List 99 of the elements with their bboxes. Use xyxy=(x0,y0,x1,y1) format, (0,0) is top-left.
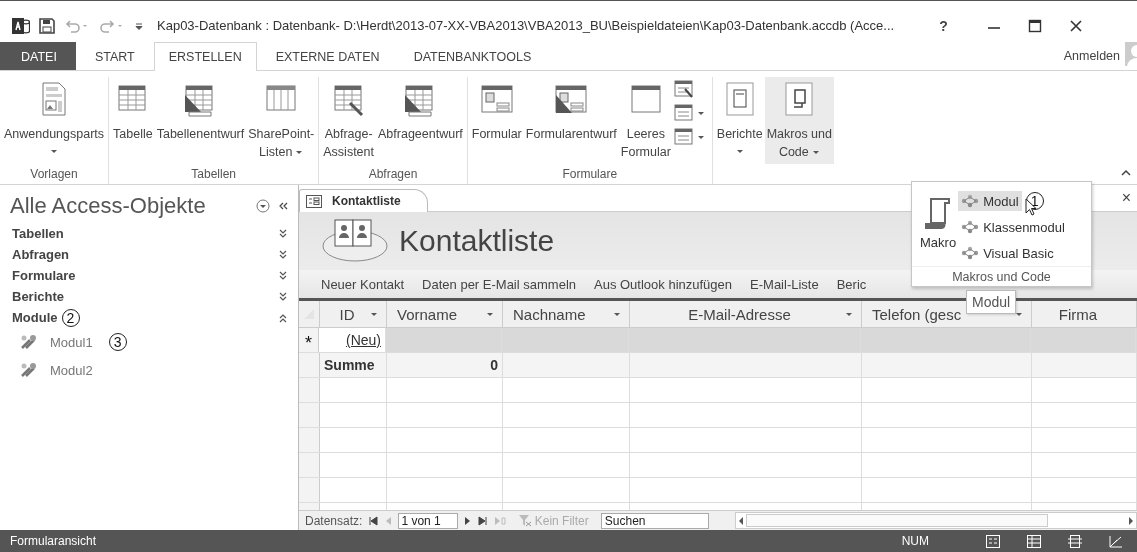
menu-item[interactable]: Visual Basic xyxy=(958,243,1057,263)
ribbon-button[interactable]: Abfrageentwurf xyxy=(376,77,465,164)
tools-icon xyxy=(20,362,38,378)
window-title: Kap03-Datenbank : Datenbank- D:\Herdt\2013-07-XX-VBA2013\VBA2013_BU\Beispieldateien\Kap03-Datenbank.accdb (Acce... xyxy=(157,18,895,33)
nav-group-label[interactable]: Formulare xyxy=(12,268,76,283)
document-tab-label[interactable]: Kontaktliste xyxy=(332,194,401,208)
filter-icon xyxy=(517,514,532,527)
column-header[interactable]: ID xyxy=(320,301,387,327)
nav-item[interactable]: Modul2 xyxy=(50,362,93,378)
callout-number: 2 xyxy=(61,308,80,327)
table-cell: 0 xyxy=(490,357,498,373)
action-link[interactable]: Beric xyxy=(836,276,867,292)
ribbon-button[interactable]: Berichte xyxy=(714,77,765,164)
datasheet-view-icon[interactable] xyxy=(1027,534,1041,548)
ribbon-button[interactable]: Tabelle xyxy=(111,77,155,164)
menu-group-label: Makros und Code xyxy=(952,270,1051,284)
next-record-icon[interactable] xyxy=(463,515,472,526)
collapse-pane-icon[interactable] xyxy=(278,201,288,211)
table-cell: (Neu) xyxy=(346,332,381,348)
action-link[interactable]: Daten per E-Mail sammeln xyxy=(422,276,576,292)
document-tab[interactable]: Kontaktliste xyxy=(299,189,428,212)
nav-item[interactable]: Modul1 xyxy=(50,334,93,350)
menu-item[interactable]: Modul xyxy=(958,191,1022,211)
access-logo-icon[interactable] xyxy=(12,16,30,35)
column-header[interactable]: E-Mail-Adresse xyxy=(630,301,862,327)
module-icon xyxy=(961,219,980,235)
expand-icon[interactable] xyxy=(278,269,288,282)
ribbon-button[interactable] xyxy=(672,127,706,147)
nav-group-label[interactable]: Tabellen xyxy=(12,226,64,241)
module-icon xyxy=(961,245,980,261)
sign-in-link[interactable]: Anmelden xyxy=(1063,49,1120,63)
module-icon xyxy=(961,193,980,209)
more-forms-icon xyxy=(673,128,694,146)
close-button[interactable]: × xyxy=(1121,189,1131,207)
ribbon-tab[interactable]: DATEI xyxy=(0,42,76,70)
caret-icon[interactable] xyxy=(486,312,494,317)
close-icon[interactable] xyxy=(1068,18,1083,33)
group-label: Formulare xyxy=(562,167,618,181)
last-record-icon[interactable] xyxy=(477,515,488,526)
first-record-icon[interactable] xyxy=(368,515,379,526)
layout-view-icon[interactable] xyxy=(1068,534,1082,548)
action-link[interactable]: Aus Outlook hinzufügen xyxy=(594,276,733,292)
form-icon xyxy=(306,194,322,208)
horizontal-scrollbar[interactable] xyxy=(734,512,1137,529)
navigation-form-icon xyxy=(673,104,694,122)
num-lock-indicator: NUM xyxy=(901,534,929,548)
tooltip: Modul xyxy=(966,290,1017,314)
save-icon[interactable] xyxy=(39,17,55,34)
column-header[interactable]: Firma xyxy=(1032,301,1137,327)
status-text: Formularansicht xyxy=(10,534,97,548)
collapse-ribbon-icon[interactable] xyxy=(1121,169,1131,176)
ribbon-tab[interactable]: START xyxy=(79,42,150,70)
maximize-icon[interactable] xyxy=(1027,18,1042,33)
caret-icon[interactable] xyxy=(370,312,378,317)
group-label: Vorlagen xyxy=(30,167,78,181)
nav-group-label[interactable]: Module xyxy=(12,310,58,325)
ribbon-tab[interactable]: EXTERNE DATEN xyxy=(260,42,395,70)
record-label: Datensatz: xyxy=(305,513,363,528)
nav-group-label[interactable]: Abfragen xyxy=(12,247,70,262)
action-link[interactable]: Neuer Kontakt xyxy=(321,276,405,292)
column-header[interactable]: Vorname xyxy=(387,301,503,327)
ribbon-button[interactable]: Tabellenentwurf xyxy=(154,77,247,164)
ribbon-tab[interactable]: DATENBANKTOOLS xyxy=(398,42,547,70)
column-header[interactable]: Nachname xyxy=(503,301,630,327)
tools-icon xyxy=(20,334,38,350)
help-button[interactable]: ? xyxy=(939,17,948,34)
table-cell: Summe xyxy=(324,357,375,373)
pane-title: Alle Access-Objekte xyxy=(10,193,207,219)
design-view-icon[interactable] xyxy=(1109,534,1123,548)
dropdown-icon[interactable] xyxy=(256,199,270,213)
ribbon-tab[interactable]: ERSTELLEN xyxy=(153,42,257,71)
ribbon-button[interactable] xyxy=(672,103,706,123)
action-link[interactable]: E-Mail-Liste xyxy=(750,276,819,292)
record-selector[interactable]: * xyxy=(299,328,319,352)
form-view-icon[interactable] xyxy=(986,534,1000,548)
nav-group-label[interactable]: Berichte xyxy=(12,289,65,304)
menu-item[interactable]: Klassenmodul xyxy=(958,217,1068,237)
ribbon-button[interactable]: Leeres Formular xyxy=(618,77,673,164)
ribbon-button[interactable]: Formularentwurf xyxy=(523,77,619,164)
menu-item[interactable]: Makro xyxy=(918,188,959,258)
ribbon-button[interactable]: SharePoint- Listen xyxy=(246,77,317,164)
record-position-field[interactable]: 1 von 1 xyxy=(398,512,458,529)
caret-icon[interactable] xyxy=(613,312,621,317)
caret-icon[interactable] xyxy=(845,312,853,317)
expand-icon[interactable] xyxy=(278,290,288,303)
ribbon-button[interactable]: Makros und Code xyxy=(764,77,834,164)
form-title: Kontaktliste xyxy=(399,224,555,258)
group-label: Abfragen xyxy=(368,167,418,181)
ribbon-button[interactable]: Anwendungsparts xyxy=(2,77,107,164)
expand-icon[interactable] xyxy=(278,227,288,240)
callout-number: 3 xyxy=(108,333,127,351)
ribbon-button[interactable]: Formular xyxy=(469,77,524,164)
form-tools-icon xyxy=(673,80,694,98)
expand-icon[interactable] xyxy=(278,248,288,261)
ribbon-button[interactable]: Abfrage- Assistent xyxy=(321,77,376,164)
group-label: Tabellen xyxy=(191,167,237,181)
search-field[interactable]: Suchen xyxy=(600,512,709,529)
cursor-icon xyxy=(1025,198,1037,216)
caret-icon[interactable] xyxy=(1015,312,1023,317)
